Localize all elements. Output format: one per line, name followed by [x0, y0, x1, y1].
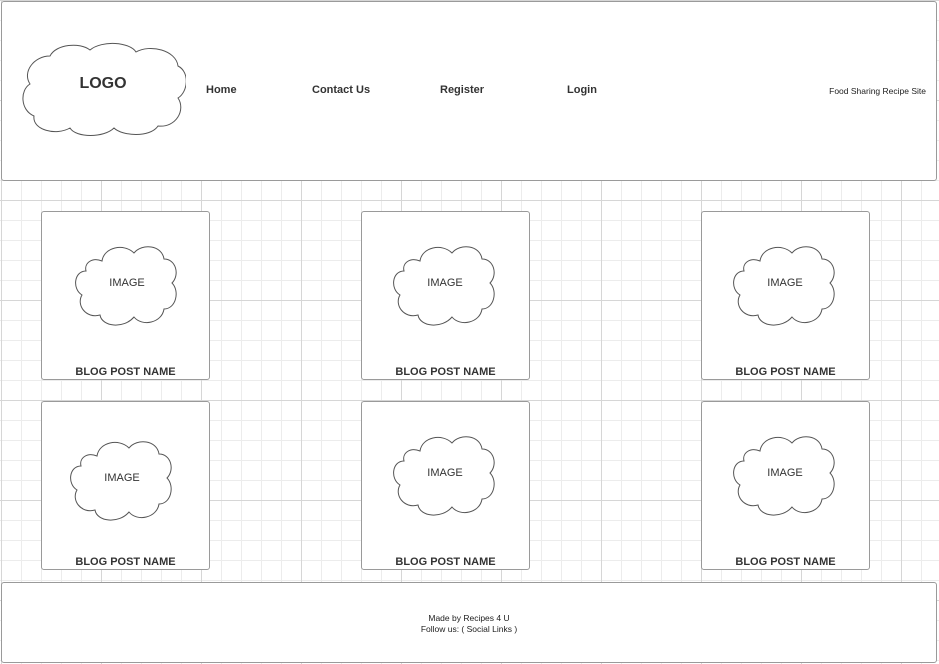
- nav-home-link[interactable]: Home: [206, 84, 237, 96]
- blog-post-name[interactable]: BLOG POST NAME: [702, 366, 869, 378]
- post-image-placeholder: IMAGE: [390, 239, 500, 335]
- image-label: IMAGE: [427, 467, 463, 479]
- blog-post-card[interactable]: IMAGE BLOG POST NAME: [701, 401, 870, 570]
- blog-post-card[interactable]: IMAGE BLOG POST NAME: [41, 401, 210, 570]
- post-image-placeholder: IMAGE: [72, 239, 182, 335]
- made-by-text: Made by Recipes 4 U: [428, 613, 510, 623]
- image-label: IMAGE: [104, 472, 140, 484]
- blog-post-card[interactable]: IMAGE BLOG POST NAME: [361, 401, 530, 570]
- nav-login-link[interactable]: Login: [567, 84, 597, 96]
- blog-post-name[interactable]: BLOG POST NAME: [362, 366, 529, 378]
- site-header: LOGO Home Contact Us Register Login Food…: [1, 1, 937, 181]
- nav-contact-us-link[interactable]: Contact Us: [312, 84, 370, 96]
- blog-post-name[interactable]: BLOG POST NAME: [42, 556, 209, 568]
- social-links[interactable]: Follow us: ( Social Links ): [2, 624, 936, 634]
- image-label: IMAGE: [427, 277, 463, 289]
- blog-post-name[interactable]: BLOG POST NAME: [702, 556, 869, 568]
- post-image-placeholder: IMAGE: [390, 429, 500, 525]
- blog-post-name[interactable]: BLOG POST NAME: [362, 556, 529, 568]
- post-image-placeholder: IMAGE: [67, 434, 177, 530]
- logo-text: LOGO: [79, 75, 127, 92]
- post-image-placeholder: IMAGE: [730, 429, 840, 525]
- image-label: IMAGE: [767, 467, 803, 479]
- blog-post-card[interactable]: IMAGE BLOG POST NAME: [701, 211, 870, 380]
- image-label: IMAGE: [109, 277, 145, 289]
- image-label: IMAGE: [767, 277, 803, 289]
- blog-post-card[interactable]: IMAGE BLOG POST NAME: [41, 211, 210, 380]
- site-footer: Made by Recipes 4 U Follow us: ( Social …: [1, 582, 937, 663]
- site-name: Food Sharing Recipe Site: [829, 86, 926, 96]
- nav-register-link[interactable]: Register: [440, 84, 484, 96]
- blog-post-name[interactable]: BLOG POST NAME: [42, 366, 209, 378]
- logo[interactable]: LOGO: [20, 40, 186, 136]
- blog-post-card[interactable]: IMAGE BLOG POST NAME: [361, 211, 530, 380]
- post-image-placeholder: IMAGE: [730, 239, 840, 335]
